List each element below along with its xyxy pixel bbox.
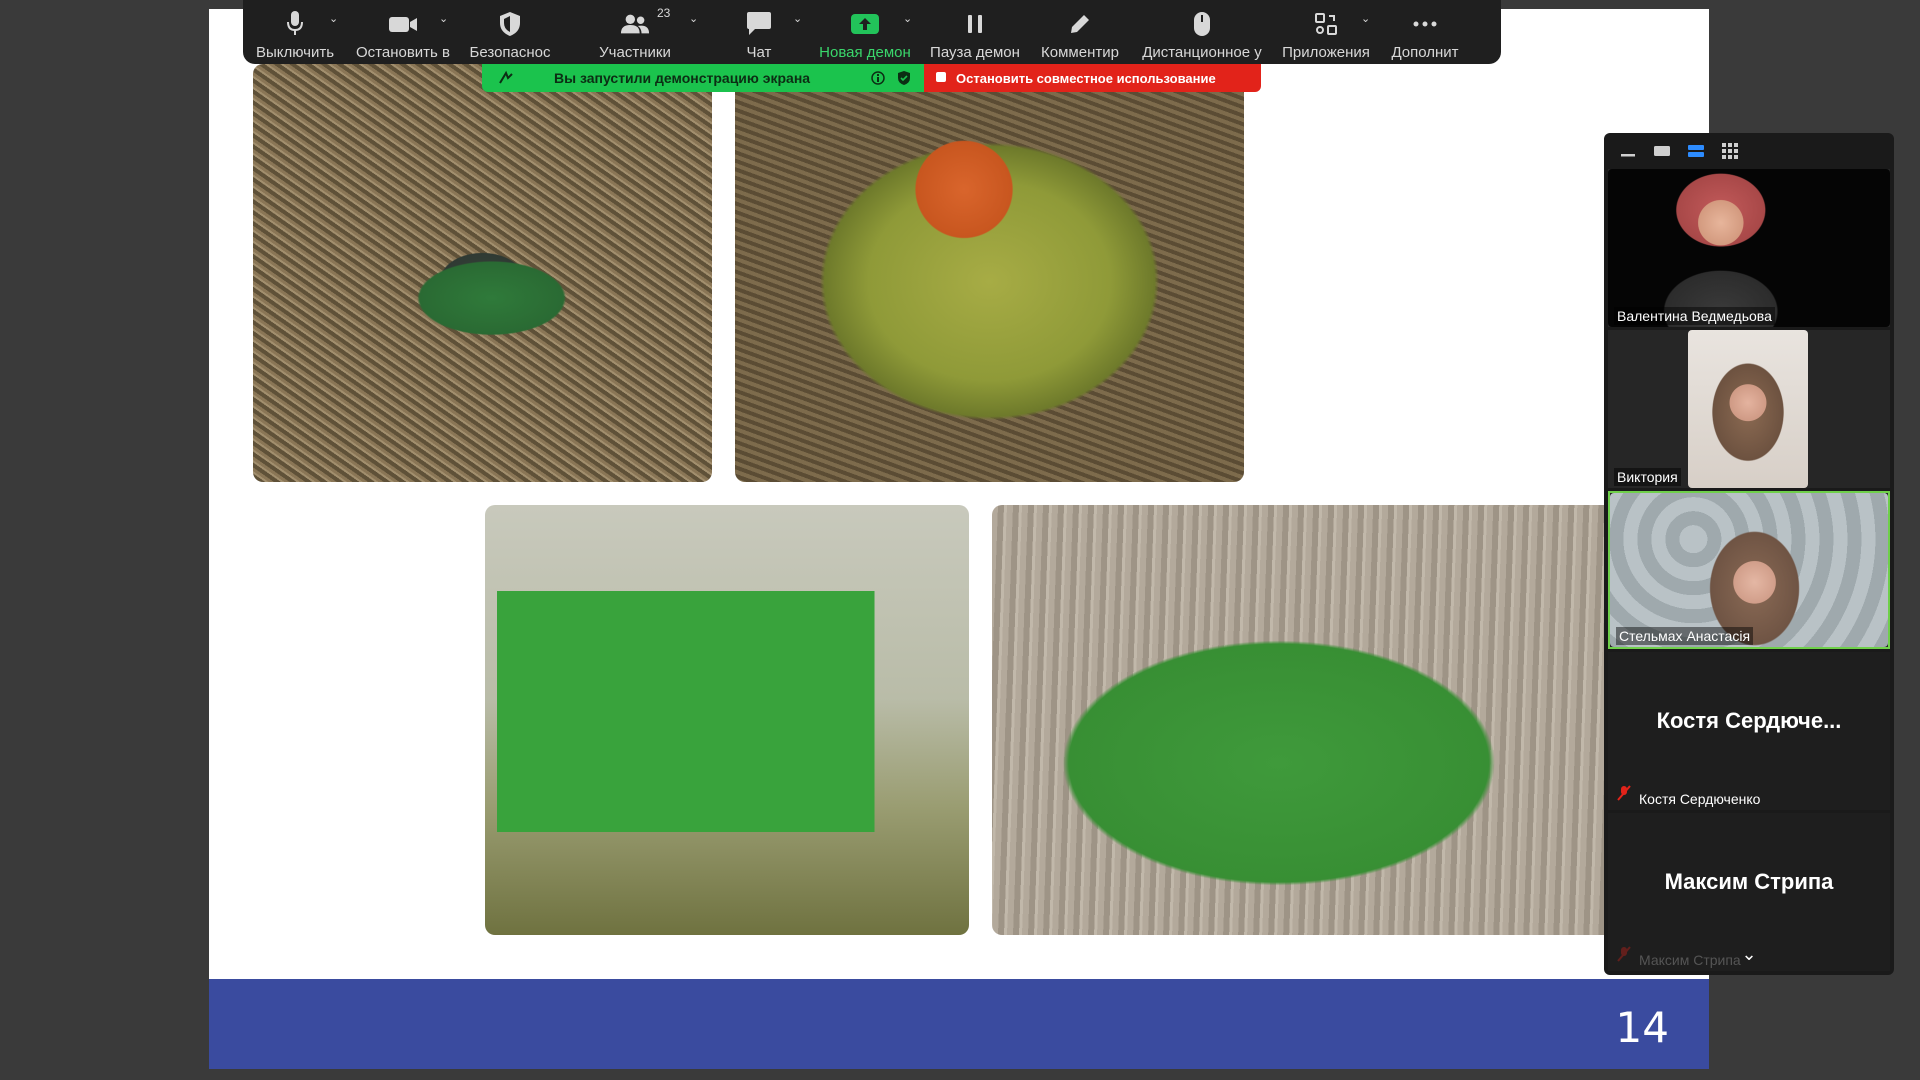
gallery-view-controls — [1604, 133, 1894, 169]
participant-tile-active-speaker[interactable]: Стельмах Анастасія — [1608, 491, 1890, 649]
screen-share-banner: Вы запустили демонстрацию экрана — [482, 64, 924, 92]
participant-name: Стельмах Анастасія — [1616, 627, 1754, 645]
slide-photo-butterfly-mine — [992, 505, 1709, 935]
video-camera-icon — [388, 10, 418, 38]
strip-view-icon[interactable] — [1686, 141, 1706, 161]
chevron-down-icon[interactable]: ⌄ — [689, 12, 698, 25]
stop-square-icon — [936, 72, 946, 82]
share-banner-text: Вы запустили демонстрацию экрана — [554, 70, 811, 86]
apps-icon — [1311, 10, 1341, 38]
participant-display-name: Максим Стрипа — [1664, 869, 1834, 894]
shield-check-icon[interactable] — [896, 70, 912, 89]
slide-page-number: 14 — [1615, 1003, 1669, 1052]
slide-footer-bar: 14 — [209, 979, 1709, 1069]
participants-button[interactable]: Участники 23 ⌄ — [561, 0, 709, 64]
muted-microphone-icon — [1616, 785, 1632, 806]
security-button[interactable]: Безопаснос — [459, 0, 561, 64]
participant-video — [1688, 330, 1808, 488]
slide-photo-rectangular-mine — [485, 505, 969, 935]
pause-icon — [960, 10, 990, 38]
participant-name: Валентина Ведмедьова — [1614, 307, 1775, 325]
annotate-button[interactable]: Комментир — [1029, 0, 1131, 64]
chevron-down-icon[interactable]: ⌄ — [1361, 12, 1370, 25]
new-share-button[interactable]: Новая демон ⌄ — [809, 0, 921, 64]
chevron-down-icon[interactable]: ⌄ — [793, 12, 802, 25]
share-status-icon — [498, 70, 514, 89]
slide-photo-olive-mine — [735, 64, 1244, 482]
pause-share-button[interactable]: Пауза демон — [921, 0, 1029, 64]
video-gallery-panel: Валентина Ведмедьова Виктория Стельмах А… — [1604, 133, 1894, 975]
mute-button[interactable]: Выключить ⌄ — [243, 0, 347, 64]
microphone-icon — [280, 10, 310, 38]
participants-icon — [620, 10, 650, 38]
mouse-icon — [1187, 10, 1217, 38]
participant-name: Костя Сердюченко — [1639, 791, 1761, 807]
participant-name: Виктория — [1614, 468, 1681, 486]
chevron-down-icon[interactable]: ⌄ — [329, 12, 338, 25]
meeting-toolbar: Выключить ⌄ Остановить в ⌄ Безопаснос Уч… — [243, 0, 1501, 64]
participants-count: 23 — [657, 6, 671, 20]
participant-display-name: Костя Сердюче... — [1656, 708, 1842, 733]
participant-tile[interactable]: Виктория — [1608, 330, 1890, 488]
minimize-icon[interactable] — [1618, 141, 1638, 161]
grid-view-icon[interactable] — [1720, 141, 1740, 161]
stop-share-label: Остановить совместное использование — [956, 70, 1216, 86]
apps-button[interactable]: Приложения ⌄ — [1273, 0, 1379, 64]
single-view-icon[interactable] — [1652, 141, 1672, 161]
chevron-down-icon[interactable]: ⌄ — [903, 12, 912, 25]
participant-tile[interactable]: Костя Сердюче... Костя Сердюченко — [1608, 652, 1890, 810]
participant-video — [1610, 493, 1888, 647]
chat-icon — [744, 10, 774, 38]
share-screen-icon — [850, 10, 880, 38]
slide-photo-round-mine — [253, 64, 712, 482]
chevron-down-icon[interactable]: ⌄ — [1608, 944, 1890, 965]
participant-tile[interactable]: Максим Стрипа Максим Стрипа ⌄ — [1608, 813, 1890, 971]
stop-share-button[interactable]: Остановить совместное использование — [924, 64, 1261, 92]
chevron-down-icon[interactable]: ⌄ — [439, 12, 448, 25]
pencil-icon — [1065, 10, 1095, 38]
stop-video-button[interactable]: Остановить в ⌄ — [347, 0, 459, 64]
chat-button[interactable]: Чат ⌄ — [709, 0, 809, 64]
presentation-slide: 14 — [209, 9, 1709, 1069]
participant-video — [1608, 169, 1890, 327]
more-icon — [1410, 10, 1440, 38]
participant-tile[interactable]: Валентина Ведмедьова — [1608, 169, 1890, 327]
shield-icon — [495, 10, 525, 38]
info-icon[interactable] — [870, 70, 886, 89]
more-button[interactable]: Дополнит — [1379, 0, 1471, 64]
remote-control-button[interactable]: Дистанционное у — [1131, 0, 1273, 64]
